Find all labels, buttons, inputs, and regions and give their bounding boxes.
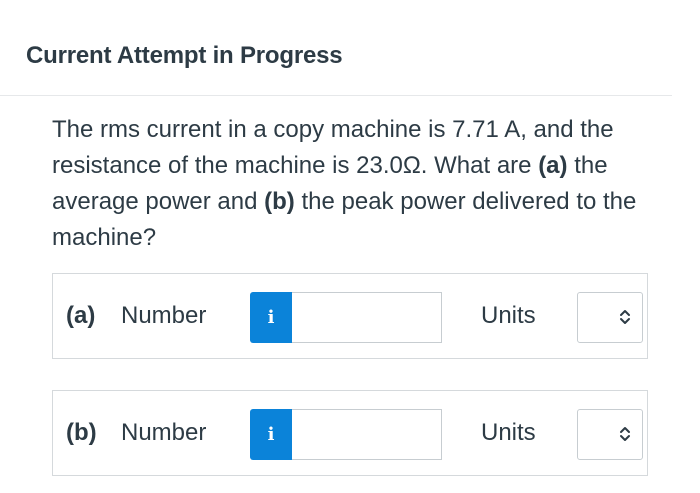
number-label-a: Number: [121, 302, 207, 329]
part-label-a: (a): [66, 302, 96, 329]
question-part-a-marker: (a): [538, 152, 568, 179]
units-label-b: Units: [481, 419, 536, 446]
units-select-b[interactable]: [577, 409, 643, 460]
number-label-b: Number: [121, 419, 207, 446]
info-icon[interactable]: i: [250, 292, 292, 343]
units-label-a: Units: [481, 302, 536, 329]
chevron-up-down-icon: [620, 310, 630, 324]
units-select-a[interactable]: [577, 292, 643, 343]
part-label-b: (b): [66, 419, 97, 446]
question-text-part-1: The rms current in a copy machine is 7.7…: [52, 116, 614, 179]
answer-row-a: (a) Number i Units: [52, 273, 648, 359]
chevron-up-down-icon: [620, 427, 630, 441]
header-divider: [0, 95, 672, 96]
info-icon[interactable]: i: [250, 409, 292, 460]
question-page: Current Attempt in Progress The rms curr…: [0, 0, 700, 493]
question-text: The rms current in a copy machine is 7.7…: [52, 112, 662, 256]
answer-row-b: (b) Number i Units: [52, 390, 648, 476]
number-input-a[interactable]: [292, 292, 442, 343]
page-title: Current Attempt in Progress: [26, 42, 343, 69]
number-input-b[interactable]: [292, 409, 442, 460]
question-part-b-marker: (b): [264, 188, 295, 215]
